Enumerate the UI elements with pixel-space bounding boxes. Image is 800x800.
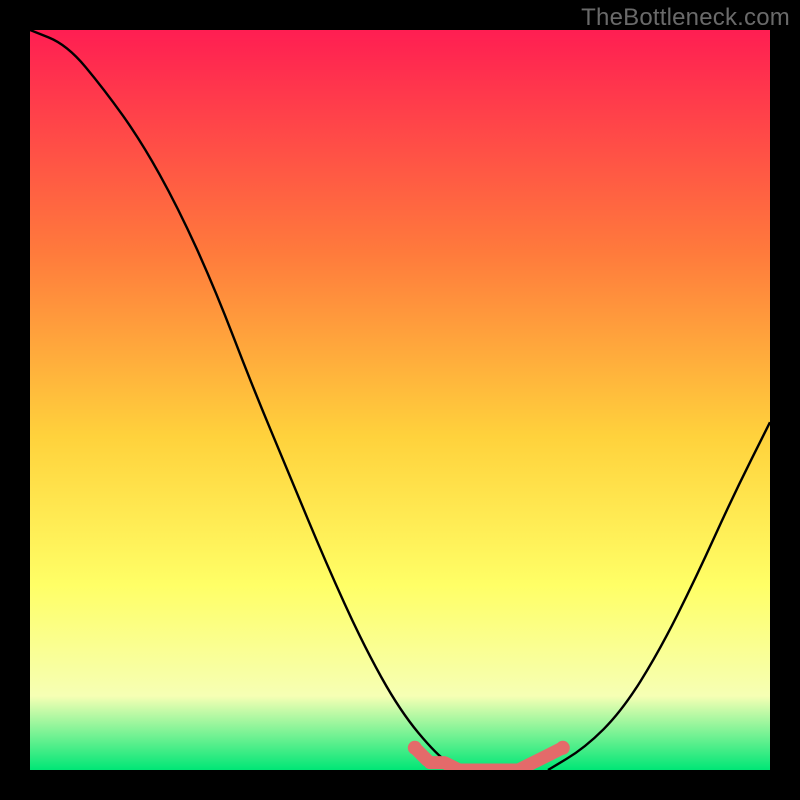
chart-frame: TheBottleneck.com	[0, 0, 800, 800]
valley-end-dot	[408, 741, 422, 755]
plot-area	[30, 30, 770, 770]
valley-end-dot	[556, 741, 570, 755]
watermark-text: TheBottleneck.com	[581, 4, 790, 32]
chart-svg	[30, 30, 770, 770]
